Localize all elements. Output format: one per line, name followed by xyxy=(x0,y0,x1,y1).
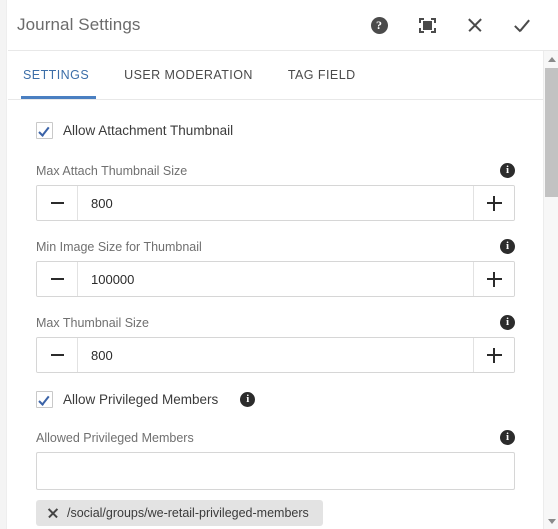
check-icon xyxy=(514,18,532,33)
remove-chip-icon[interactable] xyxy=(47,508,58,519)
allow-attachment-thumbnail-row[interactable]: Allow Attachment Thumbnail xyxy=(36,122,515,139)
page-title: Journal Settings xyxy=(17,15,141,34)
vertical-scrollbar[interactable] xyxy=(543,51,558,529)
plus-icon xyxy=(486,347,502,363)
scrollbar-thumb[interactable] xyxy=(545,68,558,197)
minus-icon xyxy=(50,354,64,356)
allow-privileged-members-checkbox[interactable] xyxy=(36,391,53,408)
info-icon[interactable]: i xyxy=(240,392,256,407)
maximize-button[interactable] xyxy=(414,12,440,38)
max-attach-thumbnail-size-stepper xyxy=(36,185,515,221)
decrement-button[interactable] xyxy=(37,186,78,220)
plus-icon xyxy=(486,195,502,211)
decrement-button[interactable] xyxy=(37,338,78,372)
settings-form: Allow Attachment Thumbnail Max Attach Th… xyxy=(8,100,543,526)
header-actions: ? xyxy=(366,12,550,38)
confirm-button[interactable] xyxy=(510,12,536,38)
tab-tag-field-label: TAG FIELD xyxy=(287,68,356,82)
left-gutter xyxy=(0,0,7,529)
help-button[interactable]: ? xyxy=(366,12,392,38)
allowed-privileged-members-head: Allowed Privileged Members i xyxy=(36,430,515,445)
min-image-size-for-thumbnail-stepper xyxy=(36,261,515,297)
chevron-down-icon xyxy=(547,518,556,524)
scroll-down-button[interactable] xyxy=(544,513,558,529)
tab-user-moderation-label: USER MODERATION xyxy=(124,68,253,82)
tab-settings-label: SETTINGS xyxy=(23,68,90,82)
min-image-size-for-thumbnail-head: Min Image Size for Thumbnail i xyxy=(36,239,515,254)
increment-button[interactable] xyxy=(473,186,514,220)
allowed-privileged-members-label: Allowed Privileged Members xyxy=(36,430,194,445)
tab-bar: SETTINGS USER MODERATION TAG FIELD xyxy=(8,51,543,100)
maximize-icon xyxy=(418,17,436,33)
max-thumbnail-size-input[interactable] xyxy=(78,338,473,372)
tab-tag-field[interactable]: TAG FIELD xyxy=(277,51,367,99)
info-icon[interactable]: i xyxy=(500,315,515,330)
tab-settings[interactable]: SETTINGS xyxy=(17,51,100,99)
allowed-privileged-members-chips: /social/groups/we-retail-privileged-memb… xyxy=(36,500,515,526)
chip[interactable]: /social/groups/we-retail-privileged-memb… xyxy=(36,500,323,526)
settings-panel: Allow Attachment Thumbnail Max Attach Th… xyxy=(8,100,543,529)
allowed-privileged-members-field: Allowed Privileged Members i /social/gro… xyxy=(36,430,515,526)
allow-privileged-members-row[interactable]: Allow Privileged Members i xyxy=(36,391,515,408)
max-thumbnail-size-head: Max Thumbnail Size i xyxy=(36,315,515,330)
info-icon[interactable]: i xyxy=(500,163,515,178)
min-image-size-for-thumbnail-input[interactable] xyxy=(78,262,473,296)
help-icon: ? xyxy=(370,16,388,34)
min-image-size-for-thumbnail-field: Min Image Size for Thumbnail i xyxy=(36,239,515,297)
info-icon[interactable]: i xyxy=(500,239,515,254)
max-thumbnail-size-stepper xyxy=(36,337,515,373)
decrement-button[interactable] xyxy=(37,262,78,296)
chip-label: /social/groups/we-retail-privileged-memb… xyxy=(67,506,309,520)
journal-settings-dialog: Journal Settings ? SETTINGS USER MODERAT… xyxy=(0,0,558,529)
max-attach-thumbnail-size-input[interactable] xyxy=(78,186,473,220)
scroll-up-button[interactable] xyxy=(544,51,558,67)
close-icon xyxy=(468,18,483,33)
dialog-header: Journal Settings ? xyxy=(8,0,558,51)
max-thumbnail-size-field: Max Thumbnail Size i xyxy=(36,315,515,373)
allow-privileged-members-label: Allow Privileged Members xyxy=(63,392,219,407)
plus-icon xyxy=(486,271,502,287)
allow-attachment-thumbnail-checkbox[interactable] xyxy=(36,122,53,139)
minus-icon xyxy=(50,278,64,280)
minus-icon xyxy=(50,202,64,204)
tab-user-moderation[interactable]: USER MODERATION xyxy=(113,51,264,99)
max-attach-thumbnail-size-label: Max Attach Thumbnail Size xyxy=(36,163,188,178)
close-button[interactable] xyxy=(462,12,488,38)
max-thumbnail-size-label: Max Thumbnail Size xyxy=(36,315,150,330)
max-attach-thumbnail-size-field: Max Attach Thumbnail Size i xyxy=(36,163,515,221)
increment-button[interactable] xyxy=(473,262,514,296)
allowed-privileged-members-input[interactable] xyxy=(36,452,515,490)
allow-attachment-thumbnail-label: Allow Attachment Thumbnail xyxy=(63,123,234,138)
min-image-size-for-thumbnail-label: Min Image Size for Thumbnail xyxy=(36,239,202,254)
increment-button[interactable] xyxy=(473,338,514,372)
max-attach-thumbnail-size-head: Max Attach Thumbnail Size i xyxy=(36,163,515,178)
chevron-up-icon xyxy=(547,56,556,62)
info-icon[interactable]: i xyxy=(500,430,515,445)
